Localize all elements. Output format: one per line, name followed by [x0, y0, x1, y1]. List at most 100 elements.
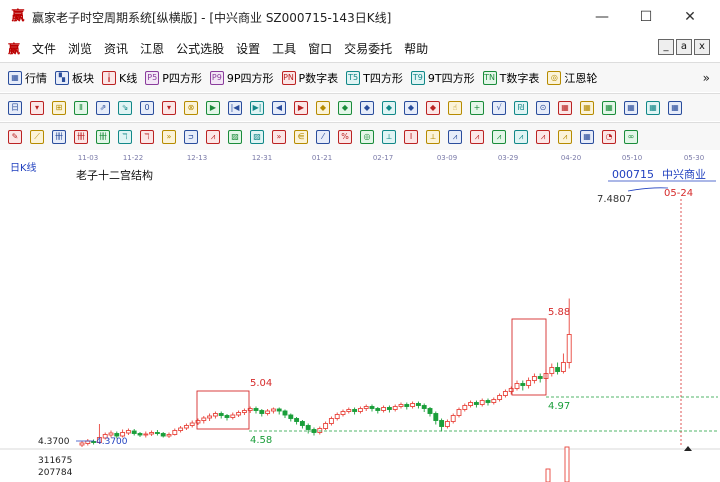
tb3-tool-19-icon[interactable]: ⟂: [426, 129, 440, 144]
menu-gann[interactable]: 江恩: [140, 40, 164, 57]
candle-body: [531, 376, 537, 381]
quotes-button[interactable]: ▦ 行情: [8, 70, 47, 86]
menu-settings[interactable]: 设置: [236, 40, 260, 57]
tb3-tool-8-icon[interactable]: ᴝ: [184, 129, 198, 144]
p-table-icon: PN: [281, 70, 296, 85]
tb3-tool-20-icon[interactable]: ⩘: [448, 129, 462, 144]
date-tick-label: 03-09: [437, 154, 457, 162]
tb2-tool-17-icon[interactable]: ◆: [382, 100, 396, 115]
menu-trade[interactable]: 交易委托: [344, 40, 392, 57]
toolbar-more-button[interactable]: »: [703, 71, 710, 85]
tb2-tool-4-icon[interactable]: ⇗: [96, 100, 110, 115]
tb3-tool-28-icon[interactable]: ∞: [624, 129, 638, 144]
tb2-tool-22-icon[interactable]: √: [492, 100, 506, 115]
tb2-tool-11-icon[interactable]: ▶|: [250, 100, 264, 115]
close-button[interactable]: ✕: [676, 6, 704, 28]
kline-chart-panel[interactable]: 11-03 11-22 12-13 12-31 01-21 02-17 03-09 03-29…: [0, 151, 720, 482]
tb2-tool-20-icon[interactable]: ☝: [448, 100, 462, 115]
tb2-tool-21-icon[interactable]: +: [470, 100, 484, 115]
menu-formula-screen[interactable]: 公式选股: [176, 40, 224, 57]
mdi-close-button[interactable]: x: [694, 39, 710, 55]
tb3-tool-15-icon[interactable]: %: [338, 129, 352, 144]
t-table-button[interactable]: TN T数字表: [482, 70, 539, 86]
tb3-tool-11-icon[interactable]: ▨: [250, 129, 264, 144]
tb2-tool-25-icon[interactable]: ▦: [558, 100, 572, 115]
candle-body: [305, 425, 311, 430]
gann-wheel-button[interactable]: ◎ 江恩轮: [547, 70, 597, 86]
p-table-button[interactable]: PN P数字表: [281, 70, 338, 86]
mdi-minimize-button[interactable]: _: [658, 39, 674, 55]
tb3-tool-16-icon[interactable]: ◎: [360, 129, 374, 144]
tb3-tool-27-icon[interactable]: ◔: [602, 129, 616, 144]
tb2-tool-30-icon[interactable]: ▦: [668, 100, 682, 115]
tb2-tool-16-icon[interactable]: ◆: [360, 100, 374, 115]
tb2-tool-12-icon[interactable]: ◀: [272, 100, 286, 115]
minimize-button[interactable]: —: [588, 6, 616, 28]
tb3-tool-10-icon[interactable]: ▨: [228, 129, 242, 144]
p-square-button[interactable]: P5 P四方形: [145, 70, 202, 86]
tb2-tool-23-icon[interactable]: ₪: [514, 100, 528, 115]
mdi-restore-button[interactable]: a: [676, 39, 692, 55]
tb2-tool-6-icon[interactable]: 0: [140, 100, 154, 115]
tb2-tool-13-icon[interactable]: ▶: [294, 100, 308, 115]
candle-body: [462, 405, 468, 410]
tb3-tool-6-icon[interactable]: ℸ: [140, 129, 154, 144]
tb2-tool-29-icon[interactable]: ▦: [646, 100, 660, 115]
tb3-tool-14-icon[interactable]: ⁄: [316, 129, 330, 144]
menu-help[interactable]: 帮助: [404, 40, 428, 57]
menu-window[interactable]: 窗口: [308, 40, 332, 57]
tb3-tool-0-icon[interactable]: ✎: [8, 129, 22, 144]
tb2-tool-9-icon[interactable]: ▶: [206, 100, 220, 115]
candle-body: [352, 409, 358, 412]
tb3-tool-25-icon[interactable]: ⩘: [558, 129, 572, 144]
tb3-tool-22-icon[interactable]: ⩘: [492, 129, 506, 144]
tb3-tool-1-icon[interactable]: ⟋: [30, 129, 44, 144]
kline-chart[interactable]: 11-03 11-22 12-13 12-31 01-21 02-17 03-09 03-29…: [0, 151, 720, 482]
tb2-tool-0-icon[interactable]: 日: [8, 100, 22, 115]
tb2-tool-14-icon[interactable]: ◆: [316, 100, 330, 115]
app-menu-icon[interactable]: 赢: [8, 40, 20, 57]
tb3-tool-5-icon[interactable]: ℸ: [118, 129, 132, 144]
tb3-tool-9-icon[interactable]: ⩘: [206, 129, 220, 144]
tb2-tool-24-icon[interactable]: ⊙: [536, 100, 550, 115]
tb2-tool-27-icon[interactable]: ▦: [602, 100, 616, 115]
t-square-button[interactable]: T5 T四方形: [346, 70, 403, 86]
tb2-tool-3-icon[interactable]: Ⅱ: [74, 100, 88, 115]
tb3-tool-13-icon[interactable]: ⋹: [294, 129, 308, 144]
tb2-tool-18-icon[interactable]: ◆: [404, 100, 418, 115]
sectors-button[interactable]: ▚ 板块: [55, 70, 94, 86]
start-price-label: 4.3700: [96, 437, 128, 447]
menu-tools[interactable]: 工具: [272, 40, 296, 57]
candle-body: [241, 410, 247, 413]
tb3-tool-7-icon[interactable]: »: [162, 129, 176, 144]
tb3-tool-23-icon[interactable]: ⩘: [514, 129, 528, 144]
menu-info[interactable]: 资讯: [104, 40, 128, 57]
tb2-tool-10-icon[interactable]: |◀: [228, 100, 242, 115]
tb3-tool-3-icon[interactable]: 卌: [74, 129, 88, 144]
tb3-tool-2-icon[interactable]: 卌: [52, 129, 66, 144]
9t-square-label: 9T四方形: [427, 71, 475, 85]
tb2-tool-28-icon[interactable]: ▦: [624, 100, 638, 115]
tb2-tool-8-icon[interactable]: ⊗: [184, 100, 198, 115]
9t-square-button[interactable]: T9 9T四方形: [410, 70, 475, 86]
tb3-tool-24-icon[interactable]: ⩘: [536, 129, 550, 144]
tb3-tool-18-icon[interactable]: Ⅰ: [404, 129, 418, 144]
tb2-tool-2-icon[interactable]: ⊞: [52, 100, 66, 115]
tb2-tool-19-icon[interactable]: ◆: [426, 100, 440, 115]
menu-browse[interactable]: 浏览: [68, 40, 92, 57]
tb3-tool-4-icon[interactable]: 卌: [96, 129, 110, 144]
tb3-tool-17-icon[interactable]: ⟂: [382, 129, 396, 144]
tb2-tool-5-icon[interactable]: ⇘: [118, 100, 132, 115]
kline-label: K线: [119, 71, 138, 85]
menu-file[interactable]: 文件: [32, 40, 56, 57]
maximize-button[interactable]: ☐: [632, 6, 660, 28]
tb2-tool-15-icon[interactable]: ◆: [338, 100, 352, 115]
tb2-tool-1-icon[interactable]: ▾: [30, 100, 44, 115]
9p-square-button[interactable]: P9 9P四方形: [209, 70, 274, 86]
tb3-tool-21-icon[interactable]: ⩘: [470, 129, 484, 144]
tb3-tool-12-icon[interactable]: »: [272, 129, 286, 144]
tb2-tool-7-icon[interactable]: ▾: [162, 100, 176, 115]
tb3-tool-26-icon[interactable]: ▦: [580, 129, 594, 144]
tb2-tool-26-icon[interactable]: ▦: [580, 100, 594, 115]
kline-button[interactable]: ╽ K线: [102, 70, 137, 86]
